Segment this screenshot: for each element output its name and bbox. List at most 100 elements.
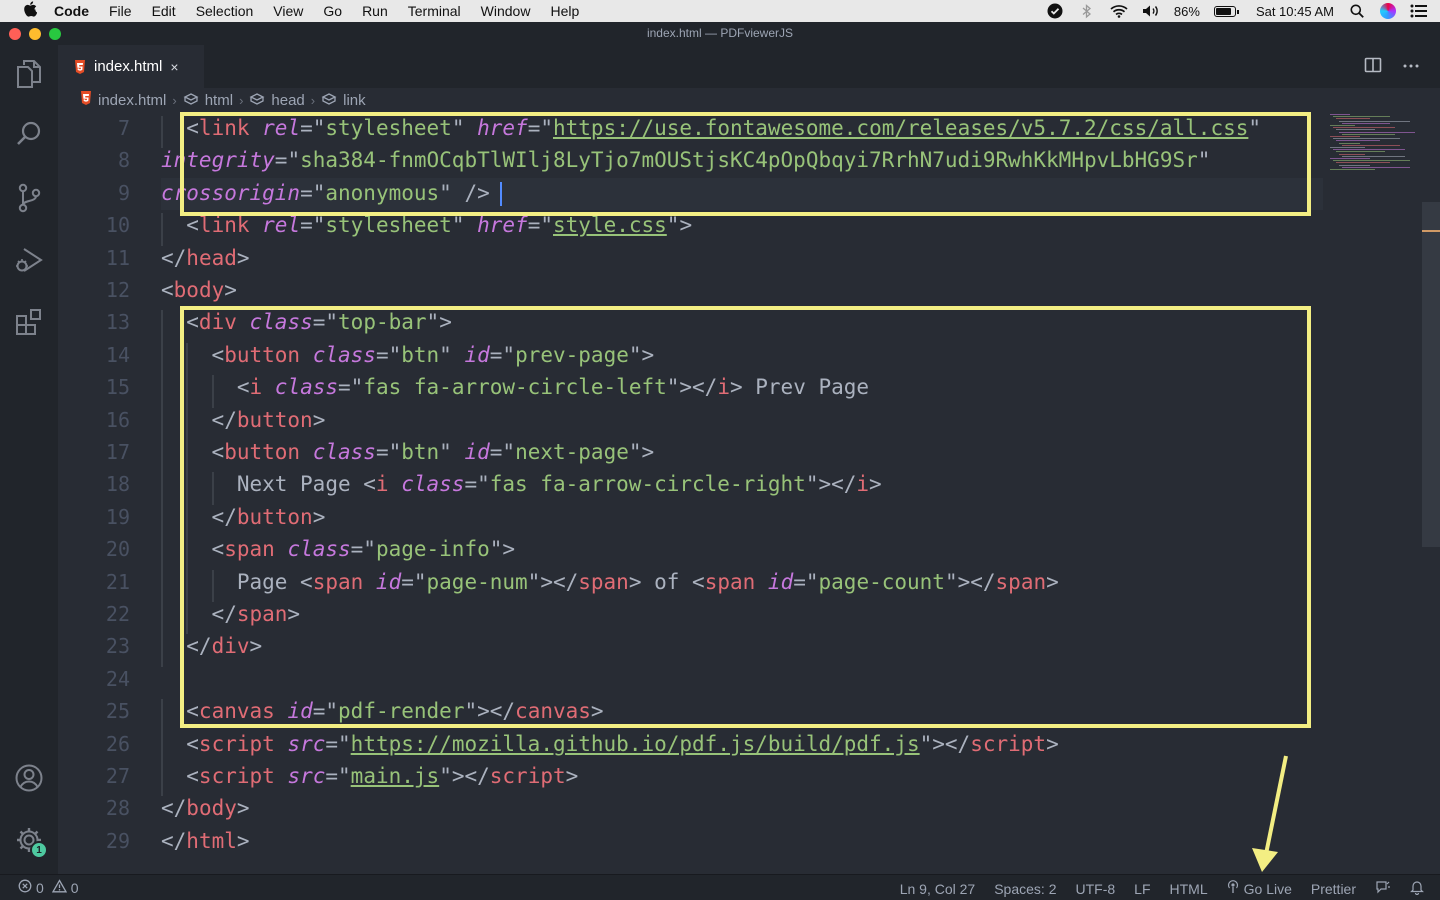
run-debug-icon[interactable] <box>0 240 58 280</box>
menu-window[interactable]: Window <box>481 3 531 19</box>
indent-guide <box>161 764 163 797</box>
notifications-bell-icon[interactable] <box>1410 879 1424 898</box>
more-actions-icon[interactable] <box>1402 56 1420 79</box>
line-number: 25 <box>105 699 130 724</box>
warning-icon <box>51 879 67 896</box>
code-token: =" <box>325 764 351 788</box>
end-of-line[interactable]: LF <box>1134 881 1150 897</box>
volume-icon[interactable] <box>1142 4 1160 18</box>
menu-help[interactable]: Help <box>550 3 579 19</box>
code-token: src <box>287 764 326 788</box>
line-number: 7 <box>117 116 130 140</box>
spotlight-search-icon[interactable] <box>1348 4 1366 18</box>
line-number: 17 <box>105 440 130 464</box>
breadcrumb-head[interactable]: head <box>249 92 305 109</box>
explorer-icon[interactable] <box>0 54 58 94</box>
line-number: 24 <box>105 666 130 691</box>
notification-center-icon[interactable] <box>1410 4 1428 18</box>
indentation[interactable]: Spaces: 2 <box>994 881 1056 897</box>
line-number: 8 <box>117 148 130 173</box>
line-number: 15 <box>105 375 130 400</box>
menu-terminal[interactable]: Terminal <box>408 3 461 19</box>
minimap-line <box>1342 166 1410 168</box>
prettier-formatter[interactable]: Prettier <box>1311 881 1356 897</box>
minimap-line <box>1336 118 1370 120</box>
menu-view[interactable]: View <box>273 3 303 19</box>
code-token: "> <box>666 213 693 238</box>
problems-indicator[interactable]: 0 0 <box>18 879 79 896</box>
checkmark-circle-icon[interactable] <box>1046 3 1064 19</box>
editor-actions <box>1364 56 1420 79</box>
minimap-line <box>1333 127 1395 129</box>
tab-close-icon[interactable]: × <box>170 59 178 75</box>
menu-selection[interactable]: Selection <box>196 3 254 19</box>
siri-icon[interactable] <box>1380 3 1396 19</box>
menu-run[interactable]: Run <box>362 3 388 19</box>
annotation-highlight-box <box>180 306 1311 728</box>
code-token: html <box>186 828 237 853</box>
menu-go[interactable]: Go <box>323 3 342 19</box>
code-line: <link rel="stylesheet" href="style.css"> <box>186 213 692 237</box>
split-editor-icon[interactable] <box>1364 56 1382 79</box>
minimap-line <box>1342 133 1395 135</box>
feedback-icon[interactable] <box>1375 879 1391 898</box>
breadcrumb: index.html › html › head › link <box>58 88 1440 112</box>
minimap-line <box>1336 151 1385 153</box>
breadcrumb-html[interactable]: html <box>183 92 233 109</box>
menu-app-code[interactable]: Code <box>54 3 89 19</box>
bluetooth-icon[interactable] <box>1078 3 1096 18</box>
code-token: https://mozilla.github.io/pdf.js/build/p… <box>350 731 920 756</box>
code-token: > <box>236 796 250 821</box>
manage-gear-icon[interactable]: 1 <box>0 820 58 860</box>
code-token: < <box>161 278 174 302</box>
search-icon[interactable] <box>0 114 58 154</box>
code-token: style.css <box>553 213 667 238</box>
minimap-line <box>1342 155 1405 157</box>
code-token: head <box>186 245 237 270</box>
code-token: body <box>186 796 237 821</box>
line-number: 20 <box>105 537 130 562</box>
apple-icon[interactable] <box>20 1 40 21</box>
code-token: < <box>186 213 199 238</box>
language-mode[interactable]: HTML <box>1170 881 1208 897</box>
cursor-position[interactable]: Ln 9, Col 27 <box>900 881 976 897</box>
error-icon <box>18 879 32 896</box>
breadcrumb-file[interactable]: index.html <box>80 91 166 109</box>
minimap-line <box>1339 120 1410 122</box>
indent-guide <box>161 342 163 376</box>
extensions-icon[interactable] <box>0 302 58 342</box>
accounts-icon[interactable] <box>0 758 58 798</box>
status-menus: 86% Sat 10:45 AM <box>1046 0 1428 22</box>
annotation-arrow <box>1230 750 1290 879</box>
menu-file[interactable]: File <box>109 3 132 19</box>
menubar-clock[interactable]: Sat 10:45 AM <box>1256 4 1334 19</box>
menu-edit[interactable]: Edit <box>152 3 176 19</box>
breadcrumb-label: link <box>343 91 366 109</box>
minimap-line <box>1330 114 1350 115</box>
file-encoding[interactable]: UTF-8 <box>1075 881 1115 897</box>
go-live-button[interactable]: Go Live <box>1227 880 1292 897</box>
code-token: src <box>287 731 326 756</box>
code-line: <script src="main.js"></script> <box>186 764 578 788</box>
code-line: <script src="https://mozilla.github.io/p… <box>186 732 1058 756</box>
editor-tab-bar: index.html × <box>58 44 1440 88</box>
minimap-line <box>1342 144 1400 146</box>
window-title-bar: index.html — PDFviewerJS <box>0 22 1440 44</box>
battery-icon[interactable] <box>1213 5 1239 17</box>
code-token: body <box>173 278 225 302</box>
code-token: </ <box>161 828 187 853</box>
tab-index-html[interactable]: index.html × <box>58 44 204 88</box>
source-control-icon[interactable] <box>0 178 58 218</box>
line-number: 21 <box>105 569 130 594</box>
minimap[interactable] <box>1330 112 1426 192</box>
wifi-icon[interactable] <box>1110 4 1128 18</box>
code-token: </ <box>161 245 187 270</box>
html5-file-icon <box>74 59 86 74</box>
vertical-scrollbar-thumb[interactable] <box>1422 202 1440 547</box>
breadcrumb-link[interactable]: link <box>321 92 366 109</box>
code-token: rel <box>262 213 301 238</box>
minimap-line <box>1339 164 1370 166</box>
indent-guide <box>161 407 163 440</box>
annotation-highlight-box <box>180 112 1311 216</box>
